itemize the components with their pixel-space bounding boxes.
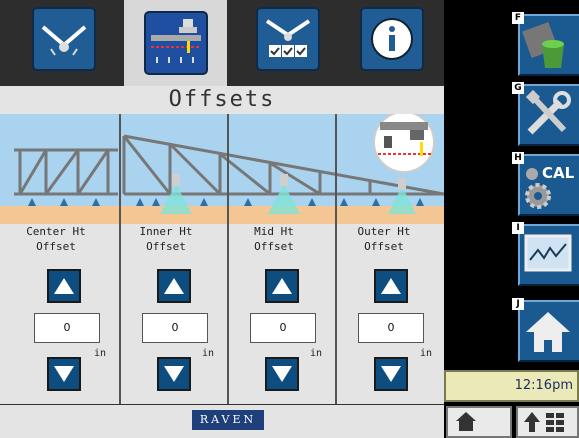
page-title: Offsets — [0, 86, 444, 114]
arrow-up-icon — [54, 278, 74, 294]
outer-label-line2: Offset — [364, 240, 404, 253]
mid-offset-value[interactable]: 0 — [250, 313, 316, 343]
arrow-down-icon — [381, 366, 401, 382]
arrow-up-icon — [381, 278, 401, 294]
center-offset-down-button[interactable] — [47, 357, 81, 391]
inner-label-line2: Offset — [146, 240, 186, 253]
info-icon — [359, 7, 424, 71]
calibration-button[interactable]: CAL — [518, 154, 579, 216]
home-nav-button[interactable] — [446, 406, 512, 438]
softkey-label-h: H — [512, 152, 524, 164]
inner-offset-down-button[interactable] — [157, 357, 191, 391]
mid-label-line2: Offset — [254, 240, 294, 253]
center-offset-label: Center Ht Offset — [2, 224, 110, 264]
outer-offset-value[interactable]: 0 — [358, 313, 424, 343]
softkey-label-i: I — [512, 222, 524, 234]
mid-offset-up-button[interactable] — [265, 269, 299, 303]
home-icon — [526, 312, 570, 352]
tab-bar — [0, 0, 444, 86]
graph-monitor-button[interactable] — [518, 224, 579, 286]
boom-height-offset-icon — [143, 11, 208, 75]
arrow-down-icon — [272, 366, 292, 382]
cal-text: CAL — [542, 164, 575, 182]
mid-offset-down-button[interactable] — [265, 357, 299, 391]
arrow-down-icon — [54, 366, 74, 382]
softkey-label-g: G — [512, 82, 524, 94]
mid-label-line1: Mid Ht — [254, 225, 294, 238]
center-label-line1: Center Ht — [26, 225, 86, 238]
softkey-label-j: J — [512, 298, 524, 310]
up-arrow-menu-icon — [524, 412, 564, 432]
outer-label-line1: Outer Ht — [357, 225, 411, 238]
tab-boom-settings[interactable] — [236, 0, 339, 78]
center-offset-value[interactable]: 0 — [34, 313, 100, 343]
softkey-label-f: F — [512, 12, 524, 24]
inner-offset-up-button[interactable] — [157, 269, 191, 303]
mid-unit: in — [310, 348, 323, 359]
boom-settings-check-icon — [255, 7, 320, 71]
boom-illustration — [0, 114, 444, 224]
arrow-up-icon — [164, 278, 184, 294]
outer-offset-up-button[interactable] — [374, 269, 408, 303]
outer-unit: in — [420, 348, 433, 359]
center-unit: in — [94, 348, 107, 359]
booms-icon — [31, 7, 96, 71]
paint-bucket-button[interactable] — [518, 14, 579, 76]
paint-bucket-icon — [522, 22, 564, 68]
center-offset-up-button[interactable] — [47, 269, 81, 303]
arrow-up-icon — [272, 278, 292, 294]
center-label-line2: Offset — [36, 240, 76, 253]
inner-unit: in — [202, 348, 215, 359]
tools-icon — [525, 89, 571, 135]
raven-logo: RAVEN — [192, 410, 264, 430]
tools-button[interactable] — [518, 84, 579, 146]
arrow-down-icon — [164, 366, 184, 382]
tab-info[interactable] — [340, 0, 443, 78]
tab-boom-height-offset[interactable] — [124, 0, 227, 86]
graph-monitor-icon — [524, 234, 572, 272]
inner-offset-label: Inner Ht Offset — [112, 224, 220, 264]
home-icon — [456, 412, 476, 431]
outer-offset-down-button[interactable] — [374, 357, 408, 391]
tab-booms[interactable] — [12, 0, 115, 78]
outer-offset-label: Outer Ht Offset — [330, 224, 438, 264]
clock-display: 12:16pm — [444, 370, 579, 402]
home-button[interactable] — [518, 300, 579, 362]
inner-label-line1: Inner Ht — [139, 225, 193, 238]
inner-offset-value[interactable]: 0 — [142, 313, 208, 343]
mid-offset-label: Mid Ht Offset — [220, 224, 328, 264]
up-menu-nav-button[interactable] — [516, 406, 579, 438]
main-panel: Offsets Center Ht Offset 0 in Inner Ht O… — [0, 0, 444, 438]
